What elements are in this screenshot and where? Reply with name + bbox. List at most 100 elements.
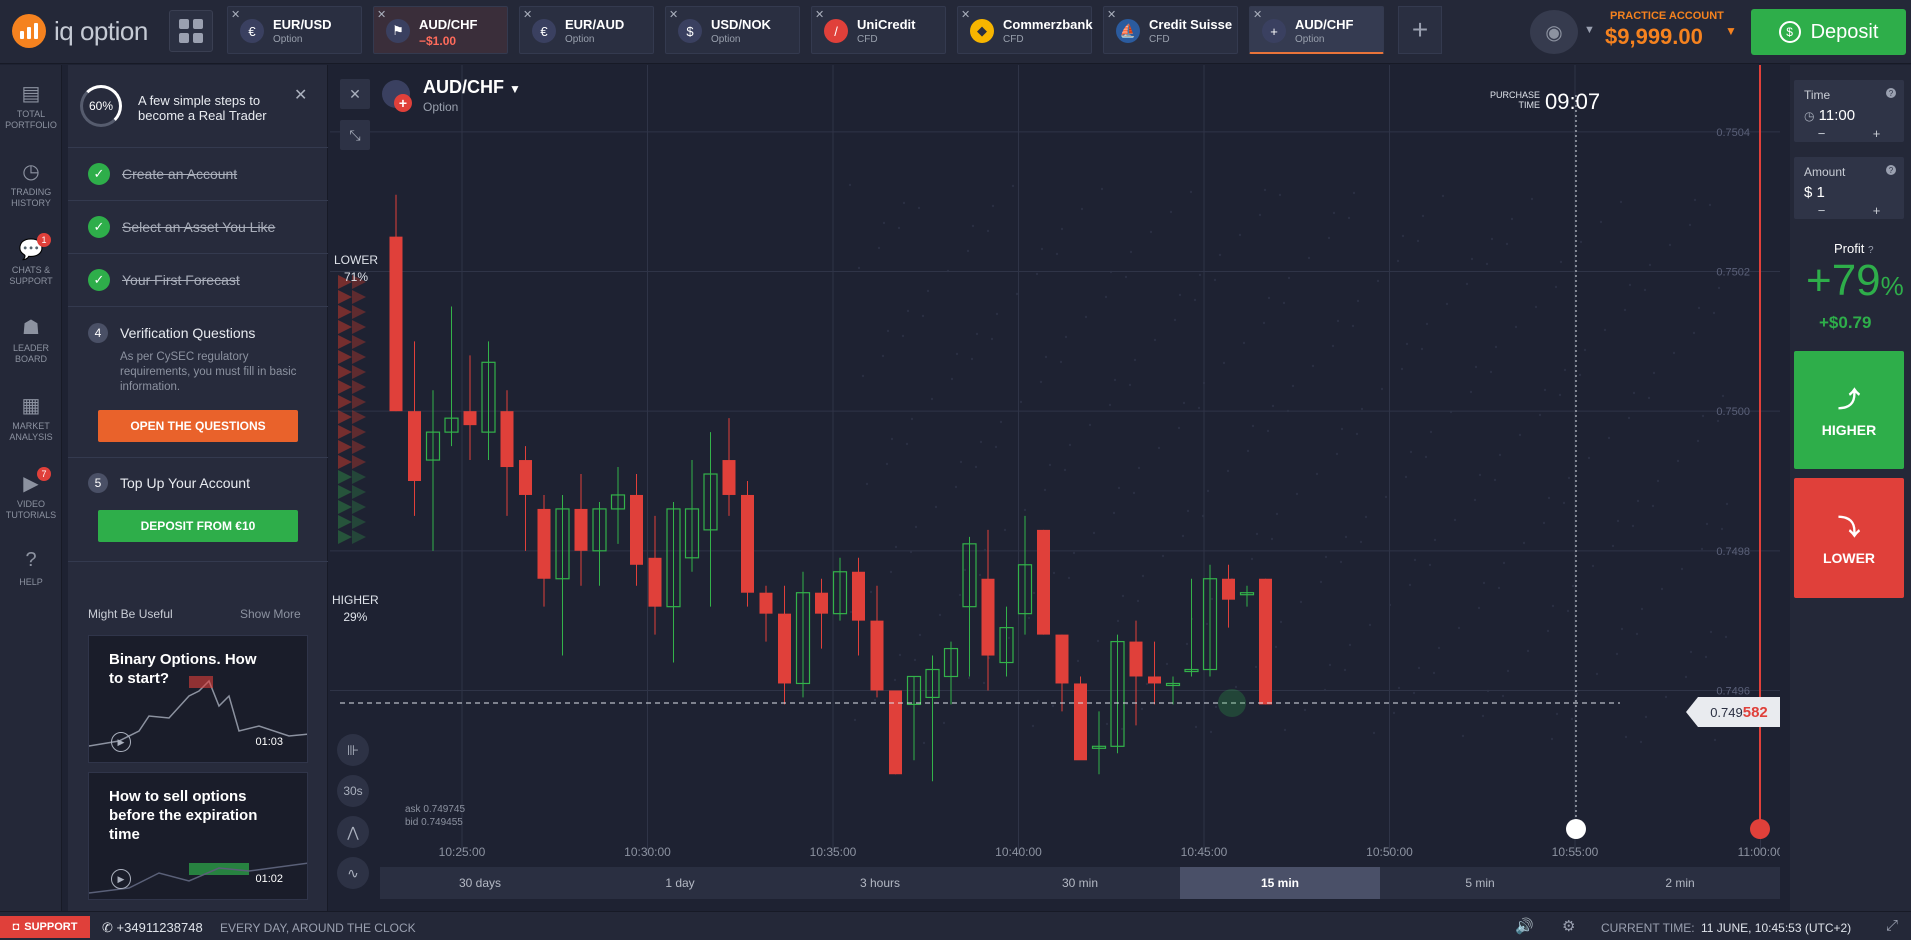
phone-number[interactable]: ✆ +34911238748: [102, 920, 203, 936]
sentiment-tick: [338, 365, 352, 379]
timeframe-30-days[interactable]: 30 days: [380, 867, 580, 899]
price-chart[interactable]: 0.7504 0.7502 0.7500 0.7498 0.7496 10:25:00 10…: [330, 65, 1784, 867]
sentiment-tick: [352, 410, 366, 424]
map-dot: [1274, 645, 1278, 649]
map-dot: [1023, 508, 1027, 512]
lower-button[interactable]: ⤵ LOWER: [1794, 478, 1904, 598]
tutorial-card-2[interactable]: How to sell options before the expiratio…: [88, 772, 308, 900]
nav-trading-history[interactable]: ◷ TRADING HISTORY: [0, 159, 62, 209]
higher-button[interactable]: ⤴ HIGHER: [1794, 351, 1904, 469]
interval-button[interactable]: 30s: [337, 775, 369, 807]
asset-tab-7[interactable]: ✕ ⛵ Credit Suisse CFD: [1103, 6, 1238, 54]
nav-label: TRADING HISTORY: [10, 187, 52, 208]
deposit-button[interactable]: $ Deposit: [1751, 9, 1906, 55]
purchase-label: PURCHASE TIME: [1489, 90, 1540, 110]
open-questions-button[interactable]: OPEN THE QUESTIONS: [98, 410, 298, 442]
nav-help[interactable]: ? HELP: [0, 549, 62, 588]
map-dot: [914, 525, 918, 529]
map-dot: [1213, 278, 1217, 282]
amount-plus-button[interactable]: +: [1873, 203, 1881, 218]
play-icon[interactable]: ▶: [111, 732, 131, 752]
timeframe-5-min[interactable]: 5 min: [1380, 867, 1580, 899]
fullscreen-icon[interactable]: ⤢: [1886, 917, 1898, 934]
lower-percent: 71%: [343, 270, 369, 284]
chart-area[interactable]: 0.7504 0.7502 0.7500 0.7498 0.7496 10:25:00 10…: [330, 65, 1784, 867]
help-icon[interactable]: ?: [1868, 245, 1874, 256]
close-chart-icon[interactable]: ✕: [340, 79, 370, 109]
candle-body-down: [759, 592, 773, 614]
asset-selector[interactable]: AUD/CHF ▼: [423, 77, 521, 98]
asset-grid-button[interactable]: [169, 10, 213, 52]
map-dot: [1063, 468, 1067, 472]
map-dot: [1405, 342, 1409, 346]
map-dot: [1506, 669, 1510, 673]
asset-tab-1[interactable]: ✕ € EUR/USD Option: [227, 6, 362, 54]
timeframe-30-min[interactable]: 30 min: [980, 867, 1180, 899]
map-dot: [1672, 351, 1676, 355]
map-dot: [1397, 686, 1401, 690]
chart-type-icon[interactable]: ⊪: [337, 734, 369, 766]
asset-tab-5[interactable]: ✕ / UniCredit CFD: [811, 6, 946, 54]
chevron-down-icon[interactable]: ▼: [1584, 24, 1595, 36]
nav-market-analysis[interactable]: ▦ MARKET ANALYSIS: [0, 393, 62, 443]
close-icon[interactable]: ✕: [1253, 8, 1262, 21]
close-icon[interactable]: ✕: [815, 8, 824, 21]
map-dot: [849, 610, 853, 614]
amount-value[interactable]: $ 1: [1804, 184, 1825, 201]
close-icon[interactable]: ✕: [961, 8, 970, 21]
drawing-tools-icon[interactable]: ⋀: [337, 816, 369, 848]
support-button[interactable]: ◘ SUPPORT: [0, 916, 90, 938]
map-dot: [975, 332, 979, 336]
asset-tab-4[interactable]: ✕ $ USD/NOK Option: [665, 6, 800, 54]
amount-minus-button[interactable]: −: [1818, 203, 1826, 218]
map-dot: [1473, 498, 1477, 502]
timeframe-2-min[interactable]: 2 min: [1580, 867, 1780, 899]
help-icon[interactable]: ?: [1886, 165, 1896, 175]
nav-label: HELP: [19, 577, 43, 587]
close-icon[interactable]: ✕: [377, 8, 386, 21]
nav-leader-board[interactable]: ☗ LEADER BOARD: [0, 315, 62, 365]
candle-body-down: [574, 508, 588, 551]
gear-icon[interactable]: ⚙: [1562, 917, 1575, 935]
brand-logo[interactable]: iq option: [12, 14, 148, 48]
map-dot: [1113, 378, 1117, 382]
commerzbank-logo-icon: ◆: [970, 19, 994, 43]
collapse-icon[interactable]: ⤡: [340, 120, 370, 150]
account-balance[interactable]: $9,999.00: [1605, 24, 1703, 50]
time-control[interactable]: Time ? ◷ 11:00 − +: [1794, 80, 1904, 142]
close-icon[interactable]: ✕: [523, 8, 532, 21]
map-dot: [1246, 449, 1250, 453]
chevron-down-icon[interactable]: ▼: [1725, 24, 1737, 38]
map-dot: [1599, 220, 1603, 224]
camera-icon[interactable]: ◉: [1530, 10, 1578, 54]
nav-total-portfolio[interactable]: ▤ TOTAL PORTFOLIO: [0, 81, 62, 131]
asset-tab-6[interactable]: ✕ ◆ Commerzbank CFD: [957, 6, 1093, 54]
close-icon[interactable]: ✕: [669, 8, 678, 21]
timeframe-1-day[interactable]: 1 day: [580, 867, 780, 899]
close-icon[interactable]: ✕: [231, 8, 240, 21]
close-icon[interactable]: ✕: [1107, 8, 1116, 21]
play-icon[interactable]: ▶: [111, 869, 131, 889]
time-plus-button[interactable]: +: [1873, 126, 1881, 141]
asset-tab-2[interactable]: ✕ ⚑ AUD/CHF −$1.00: [373, 6, 508, 54]
help-icon[interactable]: ?: [1886, 88, 1896, 98]
timeframe-3-hours[interactable]: 3 hours: [780, 867, 980, 899]
timeframe-15-min[interactable]: 15 min: [1180, 867, 1380, 899]
current-price-tag: 0.749 582: [1686, 697, 1780, 727]
account-type-label[interactable]: PRACTICE ACCOUNT: [1610, 10, 1724, 22]
tutorial-card-1[interactable]: Binary Options. How to start? ▶ 01:03: [88, 635, 308, 763]
amount-control[interactable]: Amount ? $ 1 − +: [1794, 157, 1904, 219]
deposit-from-button[interactable]: DEPOSIT FROM €10: [98, 510, 298, 542]
time-minus-button[interactable]: −: [1818, 126, 1826, 141]
close-icon[interactable]: ✕: [294, 85, 307, 105]
time-value[interactable]: ◷ 11:00: [1804, 107, 1855, 124]
nav-chats-support[interactable]: 💬 1 CHATS & SUPPORT: [0, 233, 62, 287]
asset-tab-3[interactable]: ✕ € EUR/AUD Option: [519, 6, 654, 54]
indicators-icon[interactable]: ∿: [337, 857, 369, 889]
asset-tab-8-active[interactable]: ✕ + AUD/CHF Option: [1249, 6, 1384, 54]
add-asset-button[interactable]: +: [1398, 6, 1442, 54]
nav-video-tutorials[interactable]: ▶ 7 VIDEO TUTORIALS: [0, 467, 62, 521]
show-more-link[interactable]: Show More: [240, 607, 301, 621]
volume-icon[interactable]: 🔊: [1515, 917, 1534, 935]
map-dot: [857, 266, 861, 270]
